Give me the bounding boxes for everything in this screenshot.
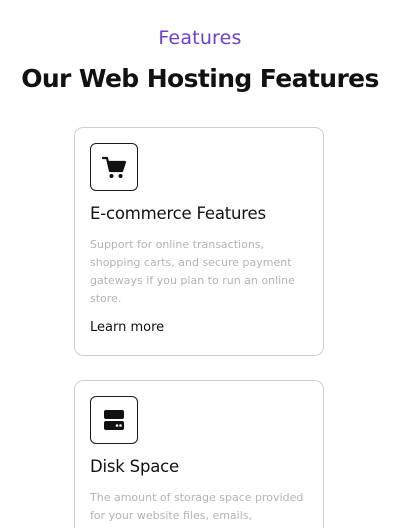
features-section: Features Our Web Hosting Features E-comm…	[0, 0, 400, 528]
feature-card-description: The amount of storage space provided for…	[90, 491, 304, 528]
learn-more-link[interactable]: Learn more	[90, 320, 164, 335]
feature-card-title: Disk Space	[90, 457, 179, 476]
storage-drive-icon	[90, 396, 138, 444]
feature-card-title: E-commerce Features	[90, 204, 266, 223]
shopping-cart-icon	[90, 143, 138, 191]
feature-card-description: Support for online transactions, shoppin…	[90, 238, 295, 305]
section-heading: Our Web Hosting Features	[21, 64, 379, 93]
section-eyebrow: Features	[158, 27, 242, 49]
feature-card-disk-space: Disk Space The amount of storage space p…	[74, 380, 324, 528]
feature-card-ecommerce: E-commerce Features Support for online t…	[74, 127, 324, 356]
